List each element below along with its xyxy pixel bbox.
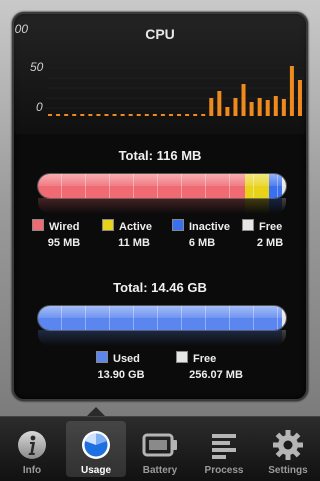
battery-icon <box>142 433 177 457</box>
tab-settings-label: Settings <box>268 465 308 476</box>
cpu-bar <box>64 114 69 116</box>
cpu-title: CPU <box>145 26 175 42</box>
cpu-bar <box>241 84 246 116</box>
cpu-tick-50: 50 <box>30 60 44 74</box>
active-swatch <box>102 219 114 231</box>
legend-wired: Wired <box>32 219 79 233</box>
cpu-bar <box>193 114 198 116</box>
cpu-bar <box>168 114 173 116</box>
cpu-bar <box>233 98 238 116</box>
cpu-bar <box>297 80 302 116</box>
used-swatch <box>96 351 108 363</box>
pie-chart-icon <box>82 431 110 459</box>
cpu-tick-0: 0 <box>36 100 43 114</box>
tab-process-label: Process <box>204 465 244 476</box>
cpu-bar <box>88 114 93 116</box>
legend-active: Active <box>102 219 152 233</box>
wired-swatch <box>32 219 44 231</box>
cpu-bar <box>273 96 278 116</box>
cpu-bar <box>160 114 165 116</box>
memory-bar <box>38 174 286 198</box>
active-tab-pointer <box>87 407 105 416</box>
cpu-bar <box>265 100 270 116</box>
tab-process[interactable]: Process <box>196 421 252 477</box>
inactive-value: 6 MB <box>188 237 216 249</box>
cpu-bar <box>104 114 109 116</box>
cpu-bar <box>56 114 61 116</box>
cpu-tick-100: 100 <box>14 22 29 36</box>
cpu-bar <box>80 114 85 116</box>
legend-inactive: Inactive <box>172 219 230 233</box>
info-icon <box>18 431 46 459</box>
cpu-bar <box>120 114 125 116</box>
tab-usage-label: Usage <box>80 465 111 476</box>
cpu-bar <box>177 114 182 116</box>
disk-bar <box>38 306 286 330</box>
cpu-bar <box>48 114 53 116</box>
cpu-bar <box>209 98 214 116</box>
cpu-bar <box>136 114 141 116</box>
cpu-bar <box>225 107 230 116</box>
cpu-bar <box>185 114 190 116</box>
cpu-bar <box>96 114 101 116</box>
cpu-bar <box>281 99 286 116</box>
cpu-bar <box>257 98 262 116</box>
disk-total: Total: 14.46 GB <box>113 280 207 295</box>
tab-settings[interactable]: Settings <box>260 421 316 477</box>
app-frame: CPU 100 50 0 Total: 116 MB Wired Active … <box>0 0 320 416</box>
cpu-bar <box>249 102 254 116</box>
free-disk-value: 256.07 MB <box>189 369 243 381</box>
tab-bar: Info Usage Battery Process Settings <box>0 416 320 481</box>
cpu-bar <box>217 91 222 116</box>
cpu-bar <box>128 114 133 116</box>
cpu-bar <box>72 114 77 116</box>
tab-battery-label: Battery <box>142 465 178 476</box>
wired-value: 95 MB <box>47 237 81 249</box>
free-disk-swatch <box>176 351 188 363</box>
tab-info-label: Info <box>22 465 42 476</box>
list-icon <box>212 434 236 459</box>
memory-bar-reflection <box>38 198 286 214</box>
used-value: 13.90 GB <box>97 369 145 381</box>
memory-total: Total: 116 MB <box>118 148 202 163</box>
usage-panel: CPU 100 50 0 Total: 116 MB Wired Active … <box>12 12 308 401</box>
gear-icon <box>273 430 303 460</box>
cpu-bar <box>112 114 117 116</box>
tab-usage[interactable]: Usage <box>66 421 126 477</box>
legend-free-memory: Free <box>242 219 282 233</box>
cpu-bar <box>201 114 206 116</box>
cpu-bar <box>152 114 157 116</box>
free-swatch <box>242 219 254 231</box>
legend-free-disk: Free <box>176 351 216 365</box>
cpu-bar <box>289 66 294 116</box>
active-value: 11 MB <box>118 237 150 249</box>
tab-info[interactable]: Info <box>4 421 60 477</box>
cpu-bar <box>144 114 149 116</box>
disk-bar-reflection <box>38 330 286 346</box>
free-memory-value: 2 MB <box>256 237 284 249</box>
inactive-swatch <box>172 219 184 231</box>
cpu-chart <box>46 66 304 116</box>
legend-used: Used <box>96 351 140 365</box>
tab-battery[interactable]: Battery <box>132 421 188 477</box>
